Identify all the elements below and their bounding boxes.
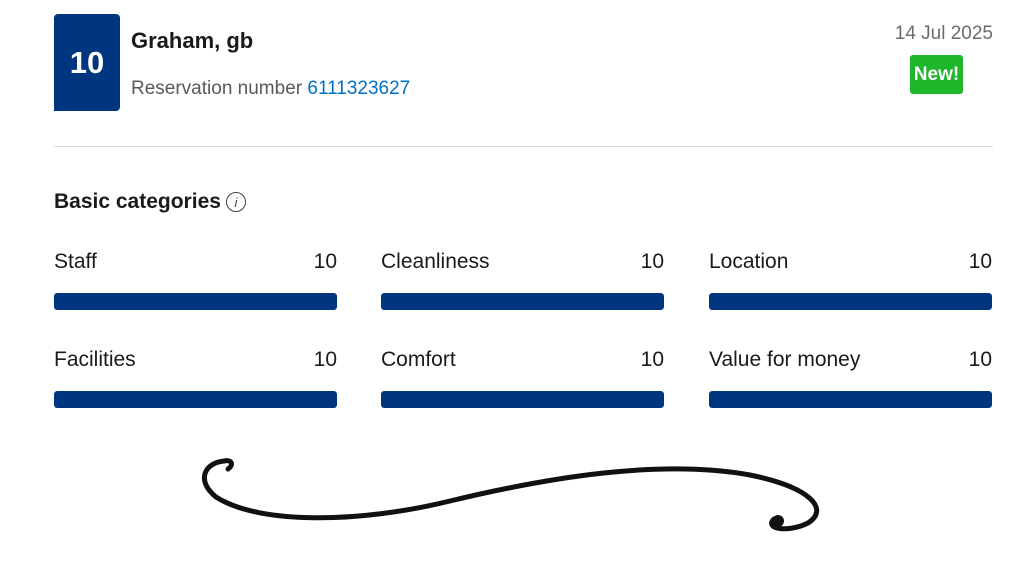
category-facilities: Facilities 10 [54,344,337,408]
category-label: Staff [54,250,97,273]
category-value-for-money: Value for money 10 [709,344,992,408]
reservation-line: Reservation number 6111323627 [131,78,410,100]
category-comfort: Comfort 10 [381,344,664,408]
review-score: 10 [69,44,105,80]
category-bar-fill [54,293,337,310]
category-label: Facilities [54,348,136,371]
category-label: Value for money [709,348,861,371]
category-label: Location [709,250,789,273]
category-bar-fill [54,391,337,408]
category-bar-fill [381,391,664,408]
categories-heading: Basic categories i [54,190,246,214]
category-score: 10 [968,250,992,273]
category-score: 10 [968,348,992,371]
reservation-number-link[interactable]: 6111323627 [307,78,410,99]
category-score: 10 [313,348,337,371]
category-bar-fill [709,391,992,408]
review-score-badge: 10 [54,14,120,111]
new-badge: New! [910,55,963,94]
category-bar [54,391,337,408]
categories-title: Basic categories [54,190,221,213]
info-icon[interactable]: i [225,192,246,212]
category-bar [381,391,664,408]
decorative-swirl [202,458,820,532]
category-bar [709,293,992,310]
category-score: 10 [640,348,664,371]
review-date: 14 Jul 2025 [894,23,993,44]
category-bar-fill [709,293,992,310]
category-bar [54,293,337,310]
guest-name: Graham, gb [131,28,254,53]
category-bar-fill [381,293,664,310]
category-location: Location 10 [709,246,992,310]
category-label: Comfort [381,348,456,371]
category-staff: Staff 10 [54,246,337,310]
category-bar [709,391,992,408]
category-bar [381,293,664,310]
category-score: 10 [313,250,337,273]
reservation-label: Reservation number [131,78,303,99]
category-cleanliness: Cleanliness 10 [381,246,664,310]
category-label: Cleanliness [381,250,490,273]
category-score: 10 [640,250,664,273]
divider [54,146,993,147]
